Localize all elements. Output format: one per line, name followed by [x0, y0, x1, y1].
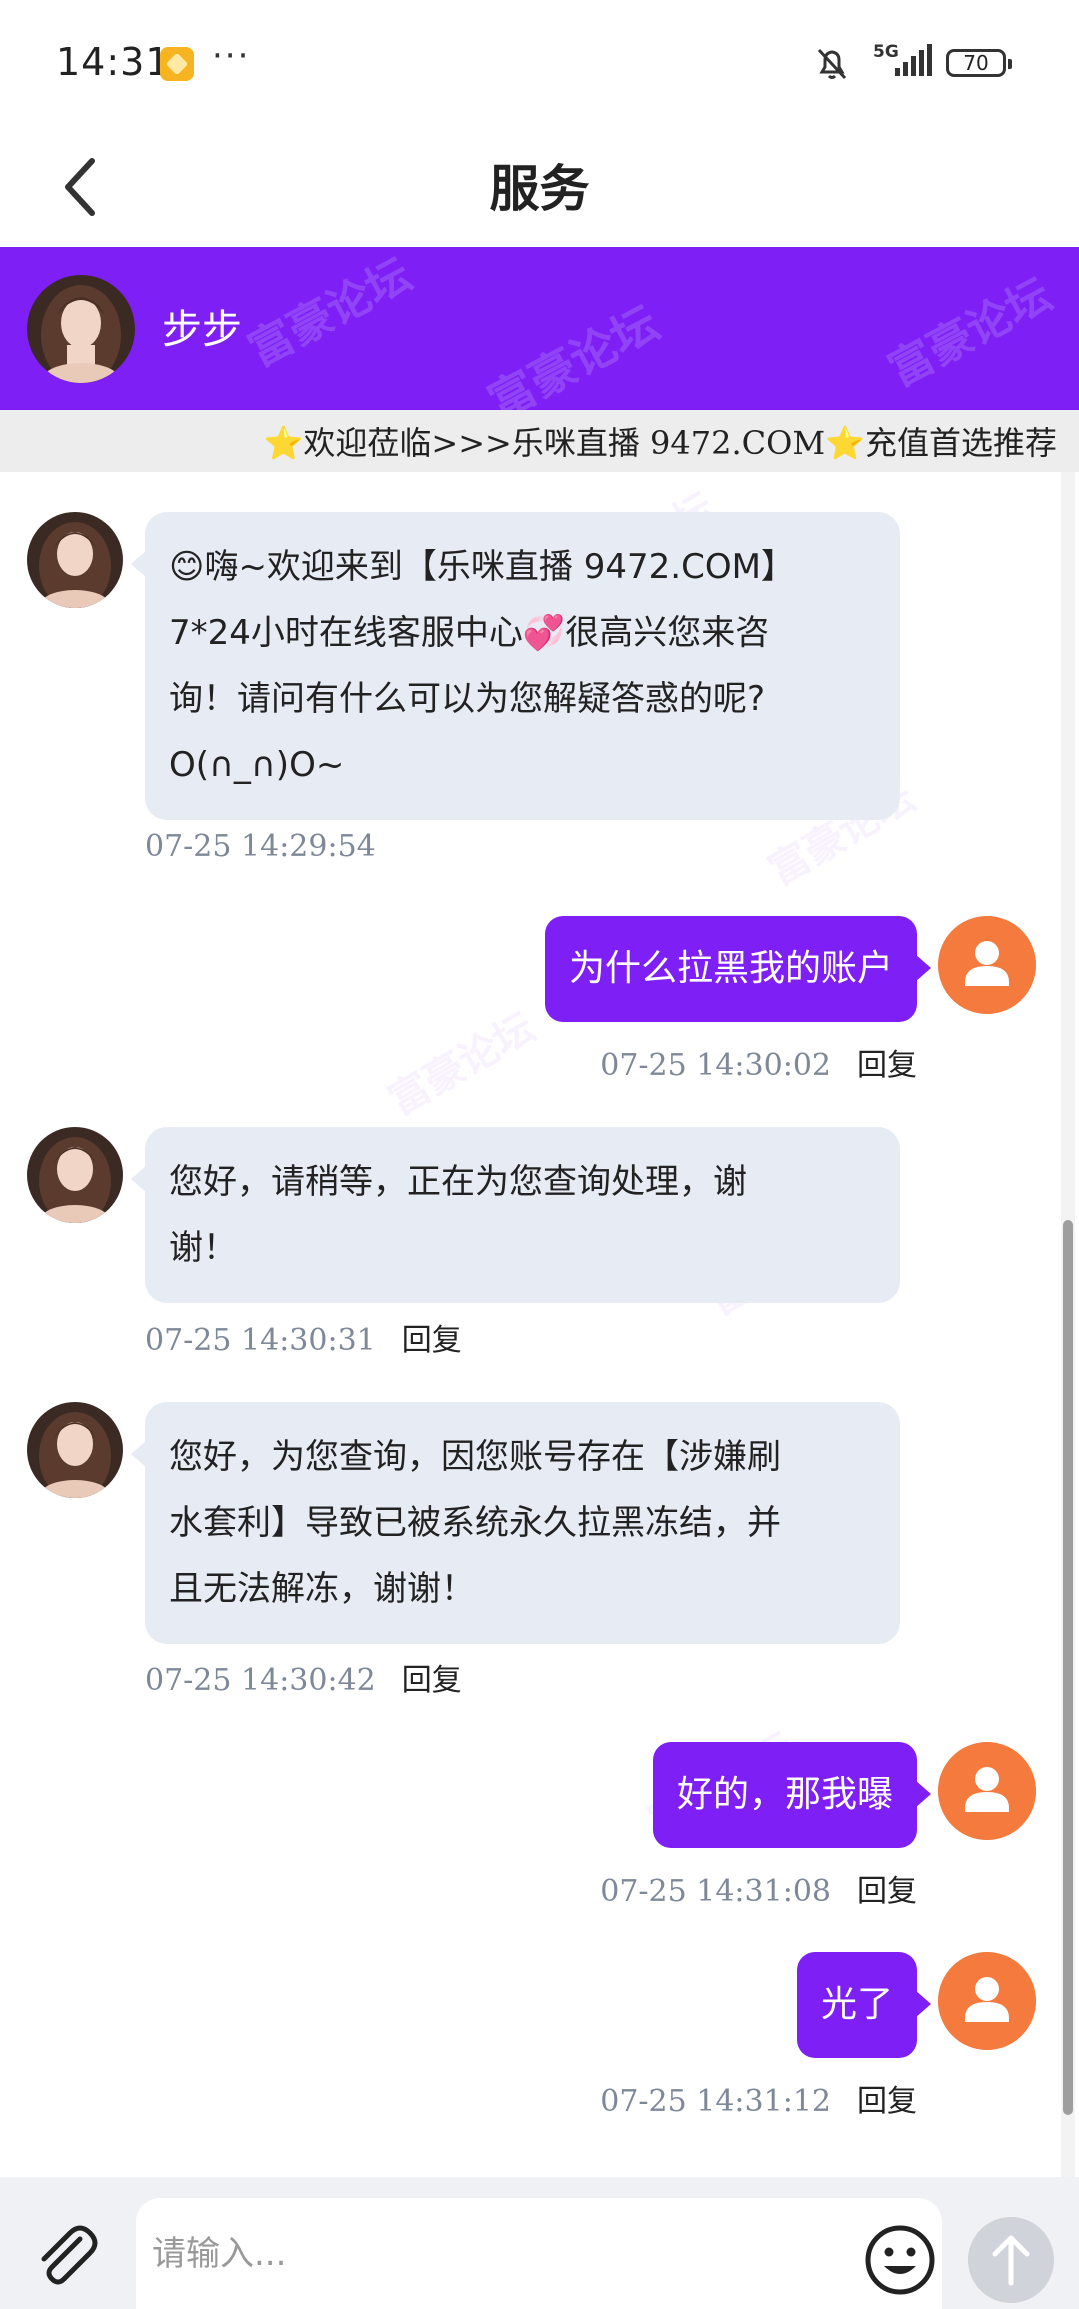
signal-5g-icon: 5G: [873, 42, 932, 76]
user-avatar-icon: [938, 916, 1036, 1014]
user-avatar-icon: [938, 1742, 1036, 1840]
agent-message-avatar: [27, 1402, 123, 1498]
agent-name: 步步: [162, 307, 242, 353]
notification-app-icon: [160, 47, 194, 81]
reply-button[interactable]: 回复: [857, 2084, 917, 2119]
emoji-button[interactable]: [862, 2222, 938, 2298]
watermark: 富豪论坛: [381, 1004, 543, 1125]
agent-header: 富豪论坛 富豪论坛 富豪论坛 步步: [0, 247, 1079, 410]
chat-area[interactable]: 富豪论坛 富豪论坛 富豪论坛 富豪论坛 富豪论坛 😊嗨~欢迎来到【乐咪直播 94…: [0, 472, 1079, 2177]
message-timestamp: 07-25 14:29:54: [145, 829, 376, 864]
input-bar: [0, 2177, 1079, 2309]
agent-message-bubble: 😊嗨~欢迎来到【乐咪直播 9472.COM】 7*24小时在线客服中心💞很高兴您…: [131, 512, 900, 820]
agent-message-avatar: [27, 1127, 123, 1223]
reply-button[interactable]: 回复: [402, 1323, 462, 1358]
watermark: 富豪论坛: [479, 295, 668, 410]
message-line: O(∩_∩)O~: [169, 745, 345, 785]
message-line: 您好，为您查询，因您账号存在【涉嫌刷: [169, 1437, 781, 1477]
agent-message-bubble: 您好，为您查询，因您账号存在【涉嫌刷 水套利】导致已被系统永久拉黑冻结，并 且无…: [131, 1402, 900, 1644]
message-line: 且无法解冻，谢谢！: [169, 1569, 475, 1609]
page-title: 服务: [489, 160, 590, 218]
watermark: 富豪论坛: [240, 249, 420, 377]
reply-button[interactable]: 回复: [857, 1874, 917, 1909]
message-meta: 07-25 14:30:31 回复: [145, 1315, 462, 1359]
reply-button[interactable]: 回复: [402, 1663, 462, 1698]
message-line: 询！请问有什么可以为您解疑答惑的呢?: [169, 679, 766, 719]
message-line: 😊嗨~欢迎来到【乐咪直播 9472.COM】: [169, 547, 795, 587]
message-timestamp: 07-25 14:30:42: [145, 1663, 376, 1698]
battery-icon: 70: [946, 49, 1012, 77]
user-message-bubble: 光了: [796, 1952, 932, 2058]
agent-avatar[interactable]: [27, 275, 135, 383]
status-bar: 14:31 ··· 5G 70: [0, 0, 1079, 125]
reply-button[interactable]: 回复: [857, 1048, 917, 1083]
announcement-tail: 充值首选推荐: [864, 424, 1057, 462]
agent-message-bubble: 您好，请稍等，正在为您查询处理，谢 谢！: [131, 1127, 900, 1303]
user-message-bubble: 为什么拉黑我的账户: [544, 916, 932, 1022]
star-icon: ⭐: [825, 424, 865, 462]
message-line: 您好，请稍等，正在为您查询处理，谢: [169, 1162, 747, 1202]
network-type-label: 5G: [873, 42, 899, 62]
announcement-main: 欢迎莅临>>>乐咪直播 9472.COM: [303, 424, 826, 462]
message-meta: 07-25 14:30:02 回复: [600, 1040, 917, 1084]
message-line: 7*24小时在线客服中心💞很高兴您来咨: [169, 613, 770, 653]
status-time: 14:31: [56, 40, 171, 84]
agent-message-avatar: [27, 512, 123, 608]
watermark: 富豪论坛: [880, 269, 1060, 397]
message-line: 水套利】导致已被系统永久拉黑冻结，并: [169, 1503, 781, 1543]
user-avatar-icon: [938, 1952, 1036, 2050]
announcement-text: ⭐欢迎莅临>>>乐咪直播 9472.COM⭐充值首选推荐: [264, 418, 1057, 464]
status-more-icon: ···: [212, 36, 251, 76]
send-button[interactable]: [968, 2217, 1054, 2303]
star-icon: ⭐: [263, 424, 304, 462]
message-timestamp: 07-25 14:30:31: [145, 1323, 376, 1358]
message-timestamp: 07-25 14:31:08: [600, 1874, 831, 1909]
message-meta: 07-25 14:29:54: [145, 829, 376, 864]
message-timestamp: 07-25 14:31:12: [600, 2084, 831, 2119]
message-line: 谢！: [169, 1228, 237, 1268]
message-meta: 07-25 14:31:12 回复: [600, 2076, 917, 2120]
scrollbar-thumb[interactable]: [1063, 1220, 1073, 2115]
message-meta: 07-25 14:30:42 回复: [145, 1655, 462, 1699]
announcement-marquee: ⭐欢迎莅临>>>乐咪直播 9472.COM⭐充值首选推荐: [0, 410, 1079, 472]
message-input[interactable]: [136, 2198, 942, 2309]
user-message-bubble: 好的，那我曝: [652, 1742, 932, 1848]
message-timestamp: 07-25 14:30:02: [600, 1048, 831, 1083]
message-meta: 07-25 14:31:08 回复: [600, 1866, 917, 1910]
mute-bell-icon: [817, 48, 847, 80]
attach-button[interactable]: [28, 2219, 104, 2295]
nav-bar: 服务: [0, 125, 1079, 247]
